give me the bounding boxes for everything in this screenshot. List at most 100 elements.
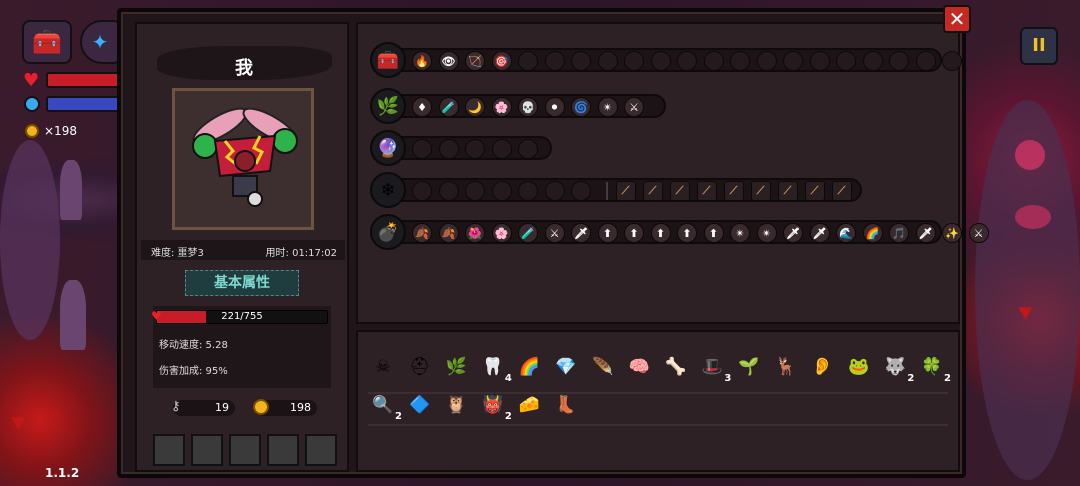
spell-slot-empty[interactable] xyxy=(412,139,432,159)
wand-slot[interactable]: ⟋ xyxy=(804,181,825,201)
close-button[interactable]: ✕ xyxy=(943,5,971,33)
spell-slot-filled[interactable]: ✴ xyxy=(756,223,777,243)
boot-icon[interactable]: 👢 xyxy=(553,392,579,418)
blue-gem-icon[interactable]: 🔷 xyxy=(407,392,433,418)
brain-icon[interactable]: 🧠 xyxy=(626,354,652,380)
spell-slot-empty[interactable] xyxy=(703,51,724,71)
spell-slot-empty[interactable] xyxy=(438,139,459,159)
ribcage-icon[interactable]: 🦴 xyxy=(663,354,689,380)
spell-slot-filled[interactable]: 🌊 xyxy=(836,223,856,243)
dark-orb-icon[interactable]: 🔮 xyxy=(370,130,406,166)
spell-slot-empty[interactable] xyxy=(624,51,644,71)
spell-slot-filled[interactable]: ⬆ xyxy=(597,223,618,243)
equip-slot-2[interactable] xyxy=(191,434,223,466)
spell-slot-empty[interactable] xyxy=(677,51,697,71)
spell-slot-empty[interactable] xyxy=(544,51,565,71)
gem-icon[interactable]: 💎 xyxy=(553,354,579,380)
rainbow-icon[interactable]: 🌈 xyxy=(516,354,542,380)
spell-slot-empty[interactable] xyxy=(809,51,830,71)
spell-slot-filled[interactable]: 💀 xyxy=(518,97,538,117)
equip-slot-1[interactable] xyxy=(153,434,185,466)
spell-slot-filled[interactable]: 🌀 xyxy=(571,97,591,117)
spell-slot-empty[interactable] xyxy=(915,51,936,71)
spell-slot-filled[interactable]: ⚔ xyxy=(544,223,565,243)
spell-slot-empty[interactable] xyxy=(730,51,750,71)
spell-slot-empty[interactable] xyxy=(862,51,883,71)
spell-slot-filled[interactable]: 🍂 xyxy=(412,223,432,243)
spell-slot-empty[interactable] xyxy=(836,51,856,71)
fang-icon[interactable]: 🦷 4 xyxy=(480,354,512,384)
spell-slot-filled[interactable]: ✴ xyxy=(730,223,750,243)
spell-slot-empty[interactable] xyxy=(544,181,565,201)
spell-slot-filled[interactable]: ♦ xyxy=(412,97,432,117)
wolf-icon[interactable]: 🐺 2 xyxy=(882,354,915,384)
feather-icon[interactable]: 🪶 xyxy=(590,354,616,380)
spell-slot-filled[interactable]: 🗡 xyxy=(571,223,591,243)
spell-slot-empty[interactable] xyxy=(889,51,909,71)
cheese-icon[interactable]: 🧀 xyxy=(516,392,542,418)
spell-slot-filled[interactable]: 🔥 xyxy=(412,51,432,71)
wand-slot[interactable]: ⟋ xyxy=(777,181,798,201)
spell-slot-filled[interactable]: ✨ xyxy=(942,223,962,243)
spell-slot-empty[interactable] xyxy=(412,181,432,201)
spell-slot-empty[interactable] xyxy=(756,51,777,71)
hud-weapon-slot[interactable]: ✦ xyxy=(80,20,120,64)
equip-slot-4[interactable] xyxy=(267,434,299,466)
antler-icon[interactable]: 🦌 xyxy=(773,354,799,380)
wand-slot[interactable]: ⟋ xyxy=(750,181,771,201)
wand-slot[interactable]: ⟋ xyxy=(831,181,852,201)
spell-slot-filled[interactable]: ✴ xyxy=(597,97,618,117)
spell-slot-empty[interactable] xyxy=(571,51,591,71)
wand-slot[interactable]: ⟋ xyxy=(696,181,717,201)
spell-slot-filled[interactable]: 🌸 xyxy=(491,223,512,243)
hud-chest-slot[interactable]: 🧰 xyxy=(22,20,72,64)
spell-slot-filled[interactable]: 🗡 xyxy=(809,223,830,243)
spell-slot-filled[interactable]: 🌸 xyxy=(491,97,512,117)
spell-slot-empty[interactable] xyxy=(571,181,591,201)
wand-slot[interactable]: ⟋ xyxy=(642,181,663,201)
spell-slot-empty[interactable] xyxy=(438,181,459,201)
spell-slot-empty[interactable] xyxy=(465,181,485,201)
wizard-hat-icon[interactable]: 🎩 3 xyxy=(699,354,732,384)
frog-icon[interactable]: 🐸 xyxy=(846,354,872,380)
spell-slot-empty[interactable] xyxy=(465,139,485,159)
spell-slot-filled[interactable]: ⬆ xyxy=(650,223,671,243)
helmet-icon[interactable]: ⛑ xyxy=(407,354,433,380)
owl-icon[interactable]: 🦉 xyxy=(443,392,469,418)
spell-slot-empty[interactable] xyxy=(518,181,538,201)
spell-slot-filled[interactable]: 🎯 xyxy=(491,51,512,71)
spell-slot-filled[interactable]: 🎵 xyxy=(889,223,909,243)
spell-slot-filled[interactable]: 🧪 xyxy=(518,223,538,243)
spell-slot-empty[interactable] xyxy=(597,51,618,71)
ear-icon[interactable]: 👂 xyxy=(809,354,835,380)
wand-slot[interactable]: ⟋ xyxy=(669,181,690,201)
spell-slot-filled[interactable]: ⚔ xyxy=(968,223,989,243)
crystal-wand-icon[interactable]: ❄ xyxy=(370,172,406,208)
cannon-icon[interactable]: 💣 xyxy=(370,214,406,250)
treasure-chest-icon[interactable]: 🧰 xyxy=(370,42,406,78)
spell-slot-filled[interactable]: ⬆ xyxy=(703,223,724,243)
green-staff-icon[interactable]: 🌿 xyxy=(370,88,406,124)
spell-slot-empty[interactable] xyxy=(783,51,803,71)
spell-slot-filled[interactable]: 🌈 xyxy=(862,223,883,243)
spell-slot-filled[interactable]: 🍂 xyxy=(438,223,459,243)
spell-slot-empty[interactable] xyxy=(650,51,671,71)
spell-slot-filled[interactable]: 🏹 xyxy=(465,51,485,71)
spell-slot-filled[interactable]: 🗡 xyxy=(783,223,803,243)
spell-slot-empty[interactable] xyxy=(491,139,512,159)
pause-button[interactable]: II xyxy=(1020,27,1058,65)
leaf-icon[interactable]: 🌿 xyxy=(443,354,469,380)
spell-slot-filled[interactable]: 🌺 xyxy=(465,223,485,243)
skull-mask-icon[interactable]: ☠ xyxy=(370,354,396,380)
spell-slot-filled[interactable]: 🌙 xyxy=(465,97,485,117)
spell-slot-filled[interactable]: 🗡 xyxy=(915,223,936,243)
wand-slot[interactable]: ⟋ xyxy=(615,181,636,201)
spell-slot-filled[interactable]: ⚔ xyxy=(624,97,644,117)
spell-slot-filled[interactable]: 🧪 xyxy=(438,97,459,117)
wand-slot[interactable]: ⟋ xyxy=(723,181,744,201)
sprout-icon[interactable]: 🌱 xyxy=(736,354,762,380)
demon-icon[interactable]: 👹 2 xyxy=(480,392,512,422)
spell-slot-empty[interactable] xyxy=(491,181,512,201)
spell-slot-empty[interactable] xyxy=(942,51,962,71)
spell-slot-empty[interactable] xyxy=(518,51,538,71)
